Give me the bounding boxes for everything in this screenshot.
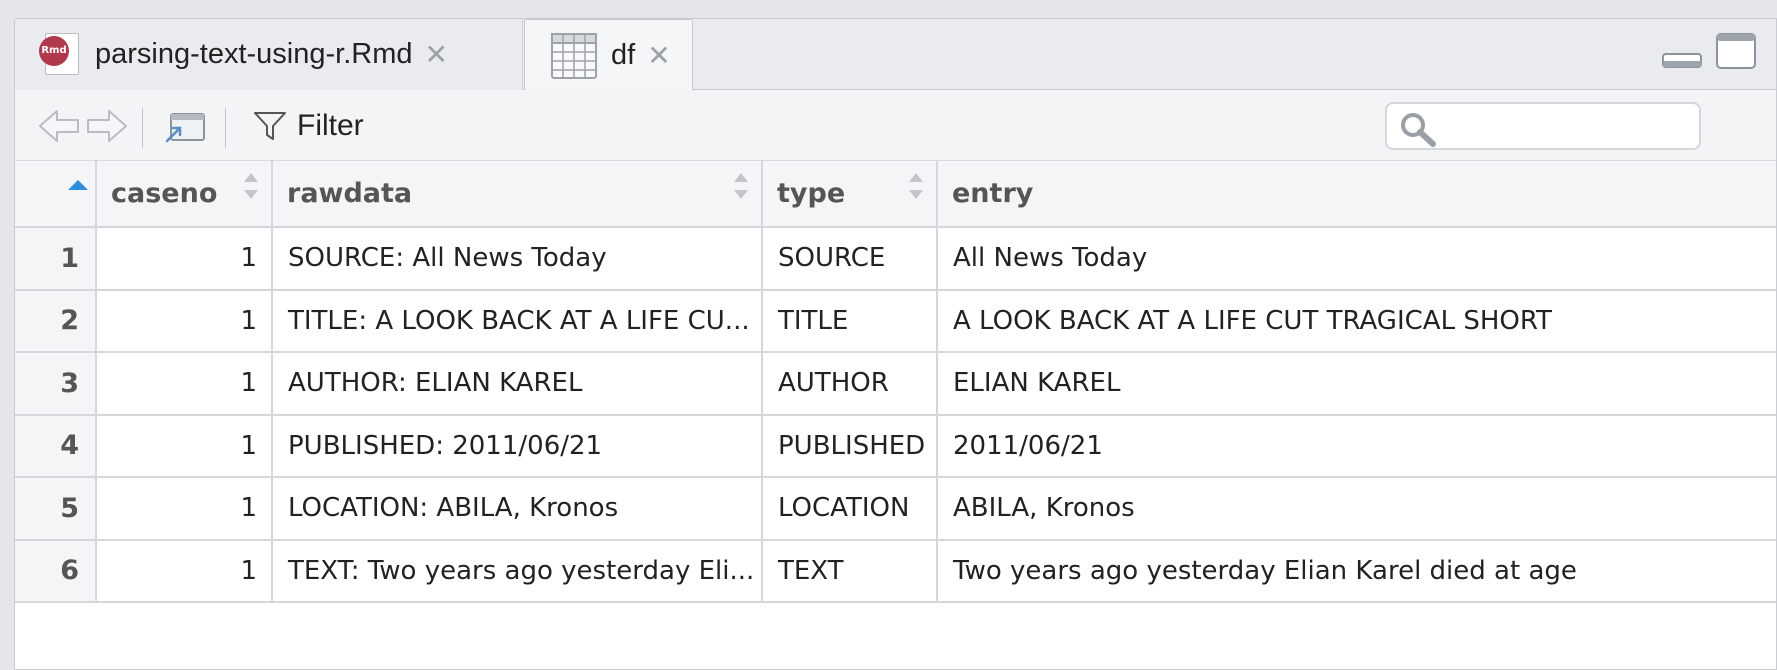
minimize-icon[interactable] <box>1662 49 1702 69</box>
sort-icon <box>909 173 923 199</box>
row-number: 3 <box>15 352 97 416</box>
close-icon[interactable]: ✕ <box>647 39 670 72</box>
cell-rawdata: AUTHOR: ELIAN KAREL <box>272 352 763 416</box>
column-header-label: rawdata <box>287 178 413 209</box>
viewer-toolbar: Filter <box>15 90 1776 161</box>
cell-type: SOURCE <box>762 227 938 291</box>
row-number: 1 <box>15 227 97 291</box>
forward-button[interactable] <box>85 90 129 161</box>
tab-label: df <box>611 39 636 71</box>
toolbar-separator <box>225 108 226 148</box>
row-index-header[interactable] <box>15 161 97 228</box>
column-header-entry[interactable]: entry <box>937 161 1776 228</box>
cell-caseno: 1 <box>96 477 273 541</box>
cell-type: AUTHOR <box>762 352 938 416</box>
cell-entry: 2011/06/21 <box>937 414 1776 478</box>
toolbar-separator <box>142 108 143 148</box>
table-row: 3 1 AUTHOR: ELIAN KAREL AUTHOR ELIAN KAR… <box>15 352 1776 416</box>
sort-ascending-icon <box>68 180 88 190</box>
cell-entry: ABILA, Kronos <box>937 477 1776 541</box>
back-button[interactable] <box>37 90 81 161</box>
tab-df[interactable]: df ✕ <box>524 19 693 91</box>
cell-rawdata: TEXT: Two years ago yesterday Eli... <box>272 539 763 603</box>
rmd-file-icon: Rmd <box>39 32 81 77</box>
cell-caseno: 1 <box>96 414 273 478</box>
data-grid-icon <box>551 32 597 79</box>
filter-icon <box>254 111 286 140</box>
cell-entry: ELIAN KAREL <box>937 352 1776 416</box>
cell-entry: All News Today <box>937 227 1776 291</box>
popout-icon <box>165 112 205 142</box>
row-number: 6 <box>15 539 97 603</box>
table-row: 5 1 LOCATION: ABILA, Kronos LOCATION ABI… <box>15 477 1776 541</box>
search-icon <box>1401 113 1436 147</box>
column-header-label: type <box>777 178 846 209</box>
arrow-right-icon <box>87 109 127 142</box>
row-number: 5 <box>15 477 97 541</box>
popout-window-button[interactable] <box>163 90 207 161</box>
cell-rawdata: PUBLISHED: 2011/06/21 <box>272 414 763 478</box>
column-header-label: caseno <box>111 178 218 209</box>
table-row: 6 1 TEXT: Two years ago yesterday Eli...… <box>15 539 1776 603</box>
arrow-left-icon <box>39 109 79 142</box>
table-row: 2 1 TITLE: A LOOK BACK AT A LIFE CU... T… <box>15 289 1776 353</box>
cell-type: TEXT <box>762 539 938 603</box>
row-number: 2 <box>15 289 97 353</box>
table-row: 4 1 PUBLISHED: 2011/06/21 PUBLISHED 2011… <box>15 414 1776 478</box>
cell-caseno: 1 <box>96 539 273 603</box>
table-header-row: caseno rawdata type entry <box>15 161 1776 228</box>
cell-rawdata: SOURCE: All News Today <box>272 227 763 291</box>
cell-caseno: 1 <box>96 352 273 416</box>
cell-type: PUBLISHED <box>762 414 938 478</box>
cell-caseno: 1 <box>96 227 273 291</box>
tab-bar: Rmd parsing-text-using-r.Rmd ✕ df ✕ <box>15 19 1776 91</box>
cell-type: LOCATION <box>762 477 938 541</box>
sort-icon <box>244 173 258 199</box>
filter-button[interactable]: Filter <box>253 90 364 161</box>
cell-entry: Two years ago yesterday Elian Karel died… <box>937 539 1776 603</box>
cell-rawdata: TITLE: A LOOK BACK AT A LIFE CU... <box>272 289 763 353</box>
close-icon[interactable]: ✕ <box>425 38 448 71</box>
row-number: 4 <box>15 414 97 478</box>
tab-rmd-file[interactable]: Rmd parsing-text-using-r.Rmd ✕ <box>15 19 523 90</box>
table-row: 1 1 SOURCE: All News Today SOURCE All Ne… <box>15 227 1776 291</box>
cell-rawdata: LOCATION: ABILA, Kronos <box>272 477 763 541</box>
maximize-icon[interactable] <box>1716 33 1756 69</box>
column-header-type[interactable]: type <box>762 161 938 228</box>
search-input[interactable] <box>1441 108 1691 144</box>
cell-caseno: 1 <box>96 289 273 353</box>
cell-type: TITLE <box>762 289 938 353</box>
column-header-caseno[interactable]: caseno <box>96 161 273 228</box>
window-controls <box>1662 33 1756 69</box>
data-table: caseno rawdata type entry 1 1 SOURCE: Al… <box>15 161 1776 603</box>
column-header-label: entry <box>952 178 1034 209</box>
data-viewer-pane: Rmd parsing-text-using-r.Rmd ✕ df ✕ Filt… <box>14 18 1777 670</box>
sort-icon <box>734 173 748 199</box>
column-header-rawdata[interactable]: rawdata <box>272 161 763 228</box>
search-box[interactable] <box>1385 102 1701 150</box>
tab-label: parsing-text-using-r.Rmd <box>95 38 413 70</box>
filter-label: Filter <box>297 108 364 142</box>
cell-entry: A LOOK BACK AT A LIFE CUT TRAGICAL SHORT <box>937 289 1776 353</box>
